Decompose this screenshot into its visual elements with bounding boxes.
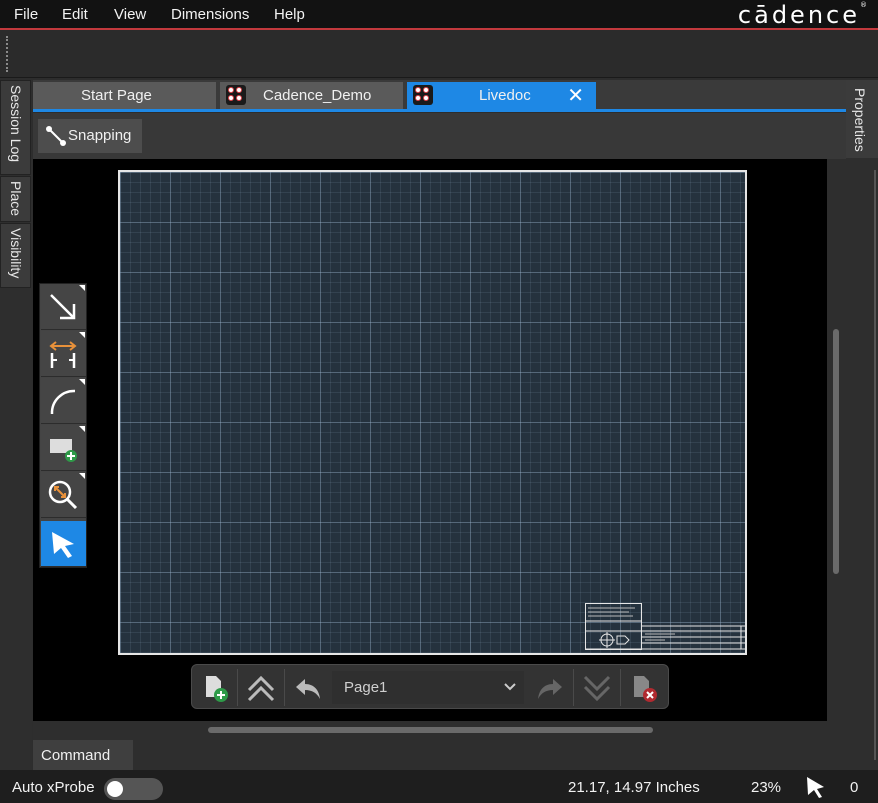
left-panel-strip: Session Log Place Visibility (0, 80, 32, 770)
tab-properties[interactable]: Properties (846, 80, 878, 158)
page-select[interactable]: Page1 (332, 671, 524, 704)
tab-place[interactable]: Place (0, 176, 31, 222)
tab-session-log-label: Session Log (8, 85, 24, 163)
pointer-arrow-icon (52, 532, 74, 558)
page-navigator: Page1 (191, 664, 669, 709)
diagonal-arrow-icon (50, 294, 76, 320)
tab-visibility-label: Visibility (8, 228, 24, 279)
zoom-icon (48, 480, 78, 510)
menu-file[interactable]: File (14, 6, 38, 23)
schematic-sheet[interactable] (118, 170, 747, 655)
add-shape-tool[interactable] (41, 425, 86, 471)
last-page-button[interactable] (577, 669, 617, 706)
schematic-canvas[interactable] (33, 159, 827, 721)
zoom-level: 23% (751, 779, 782, 796)
tab-command[interactable]: Command (33, 740, 133, 770)
redo-arrow-icon (538, 679, 562, 699)
tab-visibility[interactable]: Visibility (0, 223, 31, 288)
cursor-coordinates: 21.17, 14.97 Inches (568, 779, 700, 796)
undo-arrow-icon (296, 679, 320, 699)
menu-view[interactable]: View (114, 6, 146, 23)
delete-page-icon (634, 676, 657, 702)
tab-start-page-label: Start Page (81, 87, 152, 104)
add-page-icon (206, 676, 228, 702)
snapping-bar: Snapping (33, 113, 846, 159)
snapping-label: Snapping (68, 127, 132, 144)
horizontal-scroll-thumb[interactable] (208, 727, 653, 733)
auto-xprobe-label: Auto xProbe (12, 779, 95, 796)
close-icon[interactable]: ✕ (567, 83, 584, 108)
zoom-tool[interactable] (41, 472, 86, 518)
tab-session-log[interactable]: Session Log (0, 80, 31, 175)
tab-livedoc-label: Livedoc (479, 87, 531, 104)
status-bar: Auto xProbe 21.17, 14.97 Inches 23% 0 (0, 770, 878, 803)
double-chevron-down-icon (583, 675, 611, 702)
chevron-down-icon (504, 683, 516, 691)
toolbar-grip[interactable] (6, 36, 8, 72)
vertical-scroll-thumb[interactable] (833, 329, 839, 574)
tab-properties-label: Properties (852, 88, 868, 152)
menu-bar: File Edit View Dimensions Help cādence® (0, 0, 878, 30)
double-chevron-up-icon (247, 675, 275, 702)
title-block (585, 603, 745, 650)
vertical-scrollbar[interactable] (827, 159, 846, 721)
current-page-label: Page1 (344, 679, 388, 696)
delete-page-button[interactable] (624, 669, 664, 706)
snap-line-icon (46, 126, 66, 146)
tab-command-label: Command (41, 747, 111, 764)
tab-start-page[interactable]: Start Page (33, 82, 216, 109)
menu-dimensions[interactable]: Dimensions (171, 6, 249, 23)
tab-place-label: Place (8, 181, 24, 217)
previous-page-button[interactable] (288, 669, 328, 706)
command-bar: Command (33, 740, 846, 770)
arc-icon (50, 389, 76, 415)
document-tab-bar: Start Page Cadence_Demo Livedoc ✕ (33, 80, 846, 112)
horizontal-scrollbar[interactable] (33, 721, 846, 740)
cadence-logo-text: cādence (737, 1, 860, 29)
add-page-button[interactable] (195, 669, 235, 706)
menu-help[interactable]: Help (274, 6, 305, 23)
tab-livedoc[interactable]: Livedoc ✕ (407, 82, 596, 109)
tab-cadence-demo[interactable]: Cadence_Demo (220, 82, 403, 109)
snapping-button[interactable]: Snapping (38, 119, 142, 153)
next-page-button[interactable] (530, 669, 570, 706)
toolbar-strip (0, 30, 878, 78)
right-panel-strip: Properties (846, 80, 878, 770)
first-page-button[interactable] (241, 669, 281, 706)
select-tool[interactable] (41, 521, 86, 567)
drawing-toolbox (39, 283, 87, 568)
dimension-tool[interactable] (41, 331, 86, 377)
wire-tool[interactable] (41, 284, 86, 330)
tab-cadence-demo-label: Cadence_Demo (263, 87, 372, 104)
cadence-logo: cādence® (737, 1, 870, 29)
cadence-doc-icon (413, 85, 433, 105)
dimension-icon (49, 341, 77, 368)
add-rectangle-icon (50, 439, 77, 462)
selection-count: 0 (850, 779, 859, 796)
panel-splitter[interactable] (874, 170, 876, 760)
arc-tool[interactable] (41, 378, 86, 424)
auto-xprobe-toggle[interactable] (104, 778, 163, 800)
pointer-arrow-icon (807, 777, 824, 798)
menu-edit[interactable]: Edit (62, 6, 88, 23)
cadence-doc-icon (226, 85, 246, 105)
